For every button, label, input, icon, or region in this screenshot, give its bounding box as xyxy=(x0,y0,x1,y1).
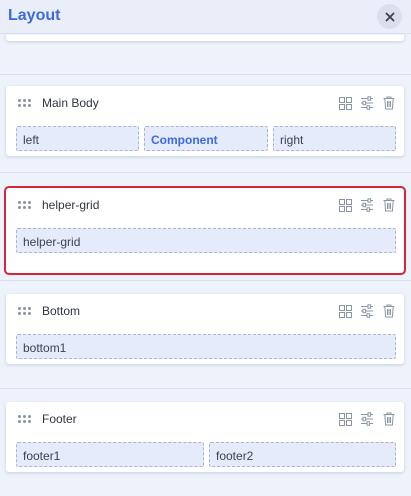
layout-section-partial[interactable] xyxy=(6,35,404,41)
section-toolbar xyxy=(338,96,396,112)
trash-icon xyxy=(383,412,395,426)
grid-layout-button[interactable] xyxy=(338,412,352,426)
grid-layout-button[interactable] xyxy=(338,96,352,110)
grid-layout-icon xyxy=(338,412,352,426)
drag-handle-icon[interactable] xyxy=(18,415,32,423)
settings-button[interactable] xyxy=(360,304,374,318)
delete-button[interactable] xyxy=(382,198,396,212)
layout-section-list[interactable]: Main Body left Component right helper-gr… xyxy=(0,35,411,496)
grid-layout-icon xyxy=(338,96,352,110)
close-button[interactable] xyxy=(377,4,402,29)
slot-right[interactable]: right xyxy=(273,126,396,151)
delete-button[interactable] xyxy=(382,304,396,318)
panel-header: Layout xyxy=(0,0,411,34)
settings-button[interactable] xyxy=(360,96,374,110)
section-name: Footer xyxy=(42,412,77,426)
trash-icon xyxy=(383,304,395,318)
section-divider xyxy=(0,172,411,173)
drag-handle-icon[interactable] xyxy=(18,99,32,107)
delete-button[interactable] xyxy=(382,412,396,426)
close-icon xyxy=(385,12,394,21)
section-toolbar xyxy=(338,412,396,428)
section-divider xyxy=(0,74,411,75)
section-header: Main Body xyxy=(6,86,404,122)
section-divider xyxy=(0,280,411,281)
layout-section-footer[interactable]: Footer footer1 footer2 xyxy=(6,402,404,472)
section-divider xyxy=(0,388,411,389)
drag-handle-icon[interactable] xyxy=(18,307,32,315)
section-name: helper-grid xyxy=(42,198,100,212)
panel-title: Layout xyxy=(8,7,61,24)
slot-footer2[interactable]: footer2 xyxy=(209,442,396,467)
section-slots: bottom1 xyxy=(16,334,396,359)
settings-sliders-icon xyxy=(361,96,373,110)
grid-layout-button[interactable] xyxy=(338,304,352,318)
settings-sliders-icon xyxy=(361,198,373,212)
section-header: Bottom xyxy=(6,294,404,330)
delete-button[interactable] xyxy=(382,96,396,110)
settings-sliders-icon xyxy=(361,412,373,426)
section-toolbar xyxy=(338,198,396,214)
slot-helper-grid[interactable]: helper-grid xyxy=(16,228,396,253)
settings-sliders-icon xyxy=(361,304,373,318)
slot-component[interactable]: Component xyxy=(144,126,268,151)
section-slots: helper-grid xyxy=(16,228,396,253)
settings-button[interactable] xyxy=(360,198,374,212)
section-header: Footer xyxy=(6,402,404,438)
drag-handle-icon[interactable] xyxy=(18,201,32,209)
grid-layout-button[interactable] xyxy=(338,198,352,212)
grid-layout-icon xyxy=(338,198,352,212)
slot-bottom1[interactable]: bottom1 xyxy=(16,334,396,359)
section-slots: footer1 footer2 xyxy=(16,442,396,467)
layout-section-main-body[interactable]: Main Body left Component right xyxy=(6,86,404,156)
slot-left[interactable]: left xyxy=(16,126,139,151)
layout-section-bottom[interactable]: Bottom bottom1 xyxy=(6,294,404,364)
grid-layout-icon xyxy=(338,304,352,318)
section-slots: left Component right xyxy=(16,126,396,151)
slot-footer1[interactable]: footer1 xyxy=(16,442,204,467)
trash-icon xyxy=(383,198,395,212)
layout-section-helper-grid[interactable]: helper-grid helper-grid xyxy=(4,186,406,275)
section-toolbar xyxy=(338,304,396,320)
section-header: helper-grid xyxy=(6,188,404,224)
section-name: Main Body xyxy=(42,96,99,110)
trash-icon xyxy=(383,96,395,110)
section-name: Bottom xyxy=(42,304,81,318)
settings-button[interactable] xyxy=(360,412,374,426)
